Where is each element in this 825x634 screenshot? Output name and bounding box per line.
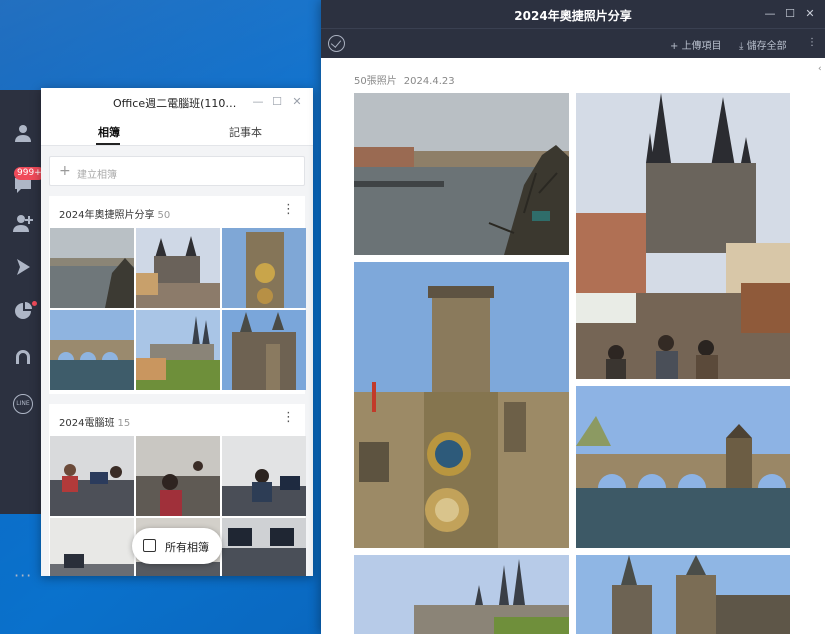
create-album-button[interactable]: + 建立相簿 xyxy=(49,156,305,186)
thumbnail-cathedral-view[interactable] xyxy=(136,310,220,390)
album-card-header: 2024年奧捷照片分享 50 ⋮ xyxy=(49,196,305,228)
thumbnail-st-vitus[interactable] xyxy=(222,310,306,390)
album-meta: 50張照片 2024.4.23 xyxy=(354,72,455,87)
line-logo-icon[interactable]: LINE xyxy=(13,394,33,414)
thumbnail-classroom-2[interactable] xyxy=(136,436,220,516)
more-icon[interactable]: ··· xyxy=(14,566,32,585)
photo-st-vitus-cathedral[interactable] xyxy=(576,555,790,634)
close-icon[interactable]: ✕ xyxy=(804,8,816,20)
thumbnail-classroom-4[interactable] xyxy=(50,518,134,576)
photo-window-title: 2024年奧捷照片分享 xyxy=(514,9,632,23)
save-all-button[interactable]: ⤓ 儲存全部 xyxy=(739,37,787,52)
album-list-window: Office週二電腦班(1101C... — ☐ ✕ 相簿 記事本 + 建立相簿… xyxy=(41,88,313,576)
create-album-label: 建立相簿 xyxy=(77,170,117,181)
album-window-titlebar: Office週二電腦班(1101C... — ☐ ✕ xyxy=(41,88,313,116)
maximize-icon[interactable]: ☐ xyxy=(271,96,283,108)
select-check-icon[interactable] xyxy=(328,35,345,52)
download-icon: ⤓ xyxy=(739,41,747,52)
close-icon[interactable]: ✕ xyxy=(291,96,303,108)
plus-icon: + xyxy=(670,41,682,52)
upload-label: 上傳項目 xyxy=(681,41,722,52)
all-albums-label: 所有相簿 xyxy=(165,541,209,554)
all-albums-button[interactable]: 所有相簿 xyxy=(132,528,222,564)
photo-tyn-church[interactable] xyxy=(576,93,790,379)
album-card-trip[interactable]: 2024年奧捷照片分享 50 ⋮ xyxy=(49,196,306,394)
photo-count: 50張照片 xyxy=(354,76,397,87)
openchat-icon[interactable] xyxy=(12,346,34,368)
timeline-icon[interactable] xyxy=(12,300,34,322)
thumbnail-classroom-6[interactable] xyxy=(222,518,306,576)
scroll-arrow-icon[interactable]: ‹ xyxy=(818,64,824,80)
photo-astronomical-clock[interactable] xyxy=(354,262,569,548)
album-date: 2024.4.23 xyxy=(403,76,455,87)
album-card-header: 2024電腦班 15 ⋮ xyxy=(49,404,305,436)
thumbnail-river[interactable] xyxy=(50,228,134,308)
voom-icon[interactable] xyxy=(12,256,34,278)
thumbnail-classroom-1[interactable] xyxy=(50,436,134,516)
album-name: 2024電腦班 xyxy=(59,418,115,429)
album-stack-icon xyxy=(143,539,156,552)
friends-icon[interactable] xyxy=(12,122,34,144)
save-all-label: 儲存全部 xyxy=(746,41,787,52)
photo-charles-bridge[interactable] xyxy=(576,386,790,548)
notification-dot xyxy=(32,301,37,306)
photo-album-window: 2024年奧捷照片分享 — ☐ ✕ + 上傳項目 ⤓ 儲存全部 ⋮ 50張照片 2… xyxy=(321,0,825,634)
tab-notes[interactable]: 記事本 xyxy=(229,124,262,140)
tab-albums[interactable]: 相簿 xyxy=(98,124,120,140)
album-count: 50 xyxy=(157,210,171,221)
kebab-menu-icon[interactable]: ⋮ xyxy=(282,411,295,424)
more-options-icon[interactable]: ⋮ xyxy=(807,37,817,48)
maximize-icon[interactable]: ☐ xyxy=(784,8,796,20)
add-friend-icon[interactable] xyxy=(12,212,34,234)
photo-castle-view[interactable] xyxy=(354,555,569,634)
minimize-icon[interactable]: — xyxy=(252,96,264,108)
photo-vltava-river[interactable] xyxy=(354,93,569,255)
album-count: 15 xyxy=(117,418,131,429)
line-side-rail: 999+ LINE ··· xyxy=(0,90,46,585)
kebab-menu-icon[interactable]: ⋮ xyxy=(282,203,295,216)
photo-toolbar: + 上傳項目 ⤓ 儲存全部 ⋮ xyxy=(321,28,825,58)
album-tabs: 相簿 記事本 xyxy=(41,116,313,146)
thumbnail-classroom-3[interactable] xyxy=(222,436,306,516)
album-name: 2024年奧捷照片分享 xyxy=(59,210,155,221)
album-thumbnails xyxy=(49,228,306,390)
thumbnail-charles-bridge[interactable] xyxy=(50,310,134,390)
minimize-icon[interactable]: — xyxy=(764,8,776,20)
plus-icon: + xyxy=(59,163,71,179)
thumbnail-tyn-church[interactable] xyxy=(136,228,220,308)
album-window-title: Office週二電腦班(1101C... xyxy=(113,97,239,110)
thumbnail-clock-tower[interactable] xyxy=(222,228,306,308)
upload-button[interactable]: + 上傳項目 xyxy=(670,37,722,52)
tab-active-indicator xyxy=(96,143,120,145)
photo-window-titlebar: 2024年奧捷照片分享 — ☐ ✕ xyxy=(321,0,825,28)
